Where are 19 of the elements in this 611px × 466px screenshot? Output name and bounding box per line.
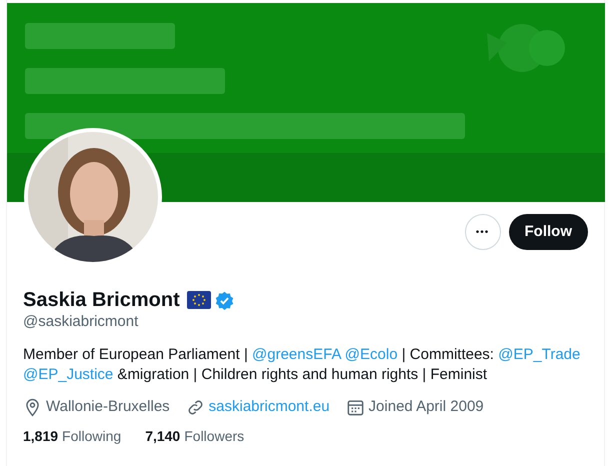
stat-count: 1,819 bbox=[23, 427, 58, 445]
joined-date: Joined April 2009 bbox=[368, 397, 484, 417]
mention-link[interactable]: @Ecolo bbox=[344, 346, 398, 363]
mention-link[interactable]: @greensEFA bbox=[252, 346, 341, 363]
stat-count: 7,140 bbox=[145, 427, 180, 445]
link-icon bbox=[186, 398, 205, 416]
calendar-icon bbox=[346, 398, 365, 416]
stat-link[interactable]: Following bbox=[62, 427, 122, 445]
mention-link[interactable]: @EP_Trade bbox=[498, 346, 580, 363]
more-button[interactable]: ••• bbox=[464, 214, 500, 250]
bio-text: Member of European Parliament | @greensEFA @Ecolo | Committees: @EP_Trade @EP_Justice &migration | Children rights and human rights | Feminist bbox=[23, 345, 582, 385]
stat-link[interactable]: Followers bbox=[184, 427, 244, 445]
mention-link[interactable]: @EP_Justice bbox=[23, 366, 114, 383]
website-link[interactable]: saskiabricmont.eu bbox=[208, 397, 330, 417]
profile-name: Saskia Bricmont bbox=[23, 288, 180, 312]
profile-handle: @saskiabricmont bbox=[23, 312, 140, 331]
flag-icon bbox=[186, 291, 211, 309]
follow-button[interactable]: Follow bbox=[508, 214, 588, 250]
location-text: Wallonie-Bruxelles bbox=[46, 397, 170, 417]
